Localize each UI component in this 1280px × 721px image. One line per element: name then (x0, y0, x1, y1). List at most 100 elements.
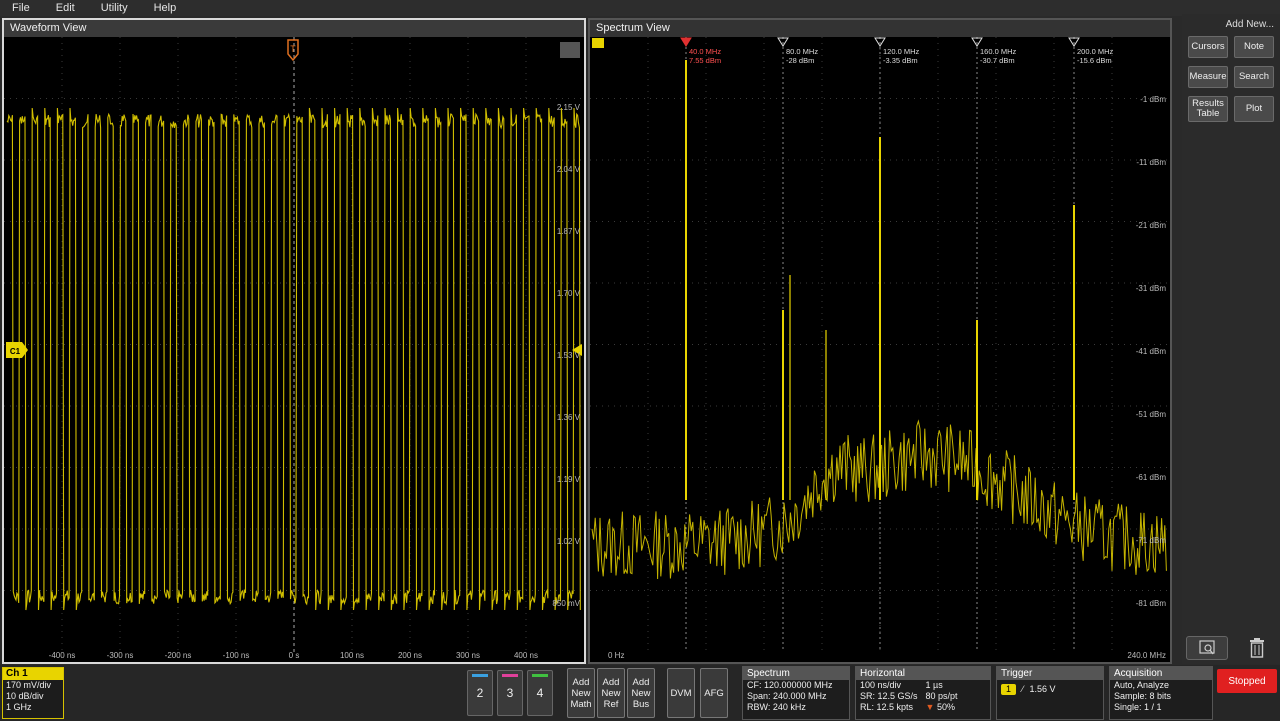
spectrum-view[interactable]: 40.0 MHz 7.55 dBm 80.0 MHz -28 dBm 120.0 MHz… (588, 18, 1172, 664)
x-axis-label: -100 ns (223, 651, 250, 660)
results-table-button[interactable]: Results Table (1188, 96, 1228, 122)
y-axis-label: -61 dBm (1136, 473, 1167, 482)
acq-duration: 1 µs (925, 680, 943, 690)
channel-2-button[interactable]: 2 (467, 670, 493, 716)
run-stop-status-button[interactable]: Stopped (1217, 669, 1277, 693)
bottom-settings-bar: Ch 1 170 mV/div 10 dB/div 1 GHz 2 3 4 Ad… (0, 665, 1280, 721)
waveform-view[interactable]: T C1 2.15 V 2.04 V 1.87 V 1.70 V 1.53 V 1.36 V 1… (2, 18, 586, 664)
channel-3-button[interactable]: 3 (497, 670, 523, 716)
measure-button[interactable]: Measure (1188, 66, 1228, 88)
marker-frequency: 40.0 MHz (689, 47, 721, 56)
dvm-button[interactable]: DVM (667, 668, 695, 718)
marker-level: -15.6 dBm (1077, 56, 1112, 65)
ch1-badge[interactable]: Ch 1 170 mV/div 10 dB/div 1 GHz (2, 667, 64, 719)
x-axis-label: 0 s (289, 651, 300, 660)
ch1-dbdiv: 10 dB/div (6, 691, 44, 701)
x-start-label: 0 Hz (608, 651, 624, 660)
magnifier-icon (560, 42, 580, 58)
time-per-div: 100 ns/div (860, 680, 902, 690)
add-new-bus-button[interactable]: Add New Bus (627, 668, 655, 718)
x-end-label: 240.0 MHz (1127, 651, 1166, 660)
menu-edit[interactable]: Edit (43, 2, 88, 14)
trigger-settings-box[interactable]: Trigger 1 ⁄ 1.56 V (996, 666, 1104, 720)
y-axis-label: 1.53 V (557, 351, 581, 360)
y-axis-label: -31 dBm (1136, 284, 1167, 293)
y-axis-label: 2.15 V (557, 103, 581, 112)
span-value: Span: 240.000 MHz (747, 691, 827, 701)
spectrum-plot[interactable]: 40.0 MHz7.55 dBm 80.0 MHz-28 dBm 120.0 MHz… (590, 20, 1170, 662)
x-axis-label: 300 ns (456, 651, 480, 660)
center-frequency: CF: 120.000000 MHz (747, 680, 833, 690)
spectrum-title: Spectrum View (590, 20, 1170, 37)
marker-badge-icon (592, 38, 604, 48)
add-new-math-button[interactable]: Add New Math (567, 668, 595, 718)
acq-single: Single: 1 / 1 (1114, 702, 1162, 712)
marker-frequency: 200.0 MHz (1077, 47, 1114, 56)
trigger-source-badge: 1 (1001, 684, 1017, 695)
marker-level: -3.35 dBm (883, 56, 918, 65)
marker-level: -28 dBm (786, 56, 814, 65)
x-axis-label: 400 ns (514, 651, 538, 660)
menu-file[interactable]: File (0, 2, 43, 14)
y-axis-label: 2.04 V (557, 165, 581, 174)
horizontal-box-title: Horizontal (856, 667, 990, 680)
right-control-panel: Add New... Cursors Note Measure Search R… (1182, 14, 1280, 664)
x-axis-label: -400 ns (49, 651, 76, 660)
trigger-marker-label: T (290, 44, 296, 54)
y-axis-label: -71 dBm (1136, 536, 1167, 545)
note-button[interactable]: Note (1234, 36, 1274, 58)
time-per-point: 80 ps/pt (925, 691, 958, 701)
y-axis-label: 1.36 V (557, 413, 581, 422)
menu-utility[interactable]: Utility (88, 2, 141, 14)
x-axis-label: -300 ns (107, 651, 134, 660)
marker-frequency: 160.0 MHz (980, 47, 1017, 56)
y-axis-label: 850 mV (552, 599, 580, 608)
record-length: RL: 12.5 kpts (860, 702, 914, 712)
ch1-title: Ch 1 (3, 668, 63, 680)
add-new-label: Add New... (1225, 19, 1274, 30)
menu-help[interactable]: Help (141, 2, 190, 14)
acquisition-settings-box[interactable]: Acquisition Auto, Analyze Sample: 8 bits… (1109, 666, 1213, 720)
trigger-box-title: Trigger (997, 667, 1103, 680)
trigger-position-value: 50% (936, 702, 955, 712)
trigger-level: 1.56 V (1029, 684, 1056, 694)
spectrum-box-title: Spectrum (743, 667, 849, 680)
ch1-vdiv: 170 mV/div (6, 680, 52, 690)
y-axis-label: -81 dBm (1136, 599, 1167, 608)
y-axis-label: -41 dBm (1136, 347, 1167, 356)
marker-level: 7.55 dBm (689, 56, 721, 65)
rising-edge-icon: ⁄ (1022, 684, 1024, 694)
trigger-position-icon: ▼ (925, 702, 935, 712)
waveform-plot[interactable]: T C1 2.15 V 2.04 V 1.87 V 1.70 V 1.53 V 1.36 V 1… (4, 20, 584, 662)
y-axis-label: 1.70 V (557, 289, 581, 298)
marker-frequency: 80.0 MHz (786, 47, 818, 56)
acq-mode: Auto, Analyze (1114, 680, 1170, 690)
zoom-icon[interactable] (1186, 636, 1228, 660)
marker-frequency: 120.0 MHz (883, 47, 920, 56)
cursors-button[interactable]: Cursors (1188, 36, 1228, 58)
x-axis-label: 100 ns (340, 651, 364, 660)
y-axis-label: 1.02 V (557, 537, 581, 546)
channel-4-button[interactable]: 4 (527, 670, 553, 716)
menu-bar: File Edit Utility Help (0, 0, 1280, 16)
add-new-ref-button[interactable]: Add New Ref (597, 668, 625, 718)
spectrum-settings-box[interactable]: Spectrum CF: 120.000000 MHz Span: 240.00… (742, 666, 850, 720)
search-button[interactable]: Search (1234, 66, 1274, 88)
acq-sample: Sample: 8 bits (1114, 691, 1172, 701)
afg-button[interactable]: AFG (700, 668, 728, 718)
rbw-value: RBW: 240 kHz (747, 702, 806, 712)
ch1-marker-label: C1 (10, 347, 21, 356)
channel-3-label: 3 (506, 686, 514, 700)
ch1-bandwidth: 1 GHz (6, 702, 32, 712)
y-axis-label: 1.87 V (557, 227, 581, 236)
trigger-position: ▼ 50% (922, 702, 962, 713)
horizontal-settings-box[interactable]: Horizontal 100 ns/div SR: 12.5 GS/s RL: … (855, 666, 991, 720)
marker-triangle-icon (680, 37, 692, 47)
x-axis-label: 200 ns (398, 651, 422, 660)
channel-4-label: 4 (536, 686, 544, 700)
acquisition-box-title: Acquisition (1110, 667, 1212, 680)
y-axis-label: 1.19 V (557, 475, 581, 484)
plot-button[interactable]: Plot (1234, 96, 1274, 122)
trash-icon[interactable] (1242, 634, 1272, 662)
y-axis-label: -51 dBm (1136, 410, 1167, 419)
